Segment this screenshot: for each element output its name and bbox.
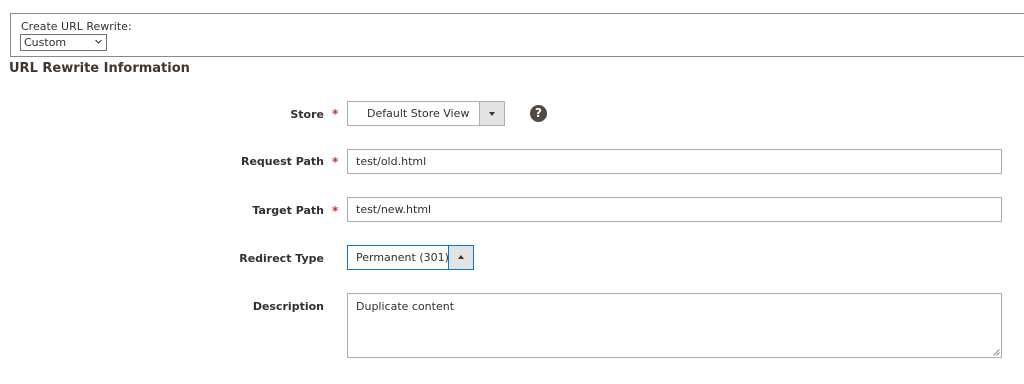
caret-up-icon [458,255,464,259]
create-rewrite-select[interactable]: Custom [20,34,107,51]
section-title: URL Rewrite Information [9,61,190,76]
description-textarea[interactable]: Duplicate content [347,293,1002,358]
store-select-toggle[interactable] [479,102,504,125]
redirect-type-toggle[interactable] [448,246,473,269]
create-rewrite-label: Create URL Rewrite: [21,20,132,33]
chevron-down-icon [95,39,102,44]
request-path-input[interactable]: test/old.html [347,149,1002,174]
store-label: Store [290,108,324,121]
request-path-required-mark: * [332,155,339,169]
target-path-label: Target Path [252,204,324,217]
target-path-required-mark: * [332,204,339,218]
redirect-type-select[interactable]: Permanent (301) [347,245,474,270]
target-path-input[interactable]: test/new.html [347,197,1002,222]
request-path-label: Request Path [240,155,324,168]
description-value: Duplicate content [356,300,455,313]
caret-down-icon [489,112,495,116]
help-icon[interactable]: ? [530,105,547,122]
create-rewrite-panel: Create URL Rewrite: Custom [10,13,1024,57]
create-rewrite-select-value: Custom [24,36,67,49]
store-select[interactable]: Default Store View [347,101,505,126]
target-path-value: test/new.html [356,203,432,216]
redirect-type-label: Redirect Type [239,252,324,265]
resize-grip-icon[interactable] [993,349,1000,356]
redirect-type-value: Permanent (301) [356,251,449,264]
store-select-value: Default Store View [367,107,470,120]
request-path-value: test/old.html [356,155,427,168]
store-required-mark: * [332,107,339,121]
description-label: Description [252,300,324,313]
